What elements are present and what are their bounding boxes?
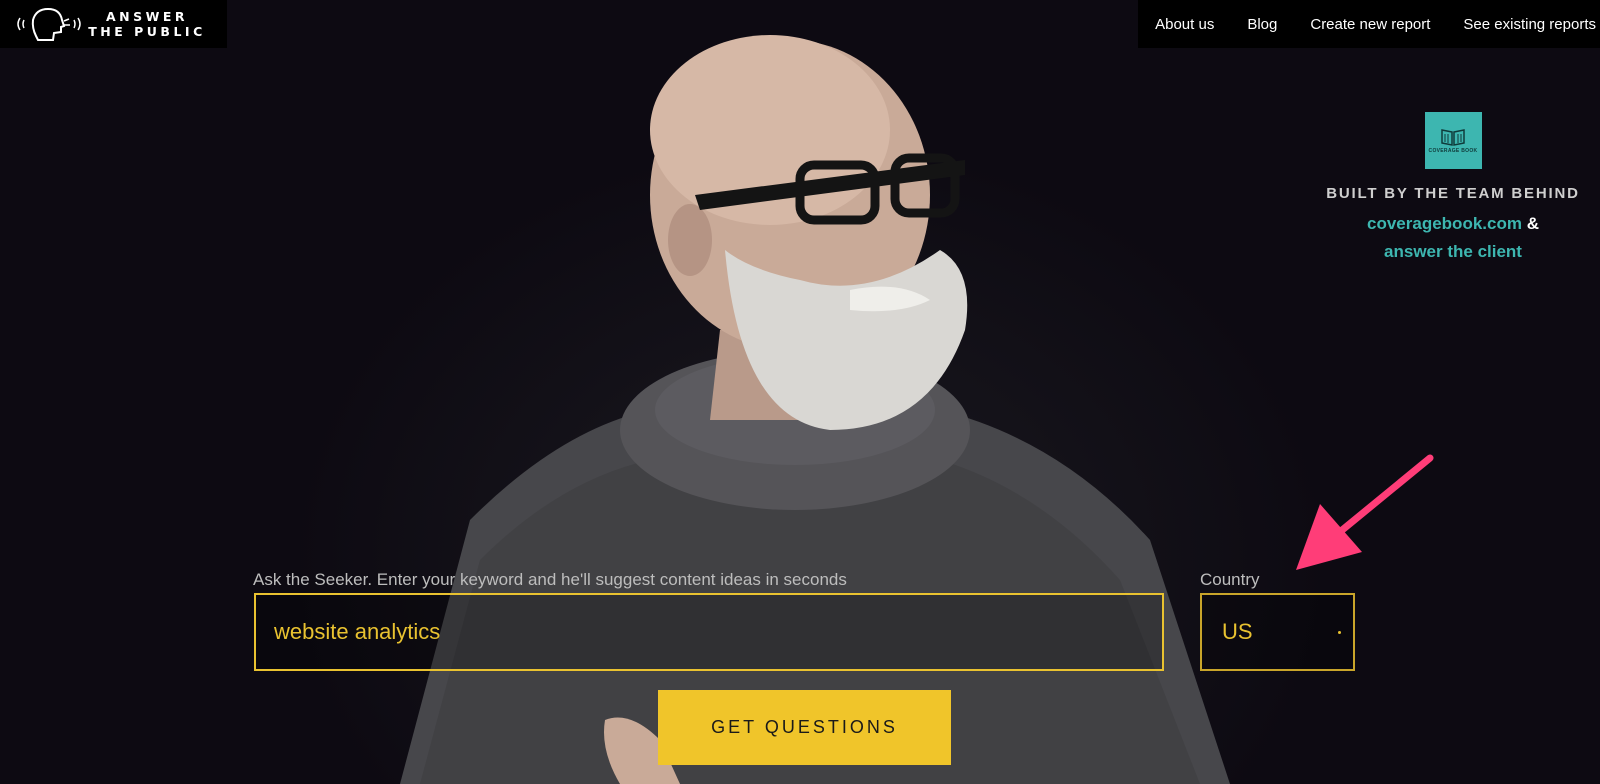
keyword-field [254, 593, 1164, 671]
keyword-label: Ask the Seeker. Enter your keyword and h… [253, 570, 847, 589]
book-icon [1441, 128, 1465, 146]
speaking-head-icon [17, 7, 81, 41]
country-label: Country [1200, 570, 1260, 589]
brand-line-1: ANSWER [105, 9, 189, 24]
dropdown-indicator-icon [1338, 631, 1341, 634]
pointer-arrow-icon [1296, 454, 1434, 570]
answer-the-client-link[interactable]: answer the client [1384, 242, 1522, 261]
coveragebook-logo-label: COVERAGE BOOK [1428, 147, 1478, 154]
top-nav: About us Blog Create new report See exis… [1138, 0, 1600, 48]
nav-blog[interactable]: Blog [1247, 16, 1277, 33]
get-questions-button[interactable]: GET QUESTIONS [658, 690, 951, 765]
brand-line-2: THE PUBLIC [88, 24, 206, 39]
country-select[interactable]: US [1200, 593, 1355, 671]
built-by-text: BUILT BY THE TEAM BEHIND [1326, 185, 1580, 202]
country-selected-value: US [1222, 619, 1253, 644]
nav-about-us[interactable]: About us [1155, 16, 1214, 33]
site-logo[interactable]: ANSWER THE PUBLIC [0, 0, 227, 48]
nav-see-existing-reports[interactable]: See existing reports [1463, 16, 1596, 33]
nav-create-new-report[interactable]: Create new report [1310, 16, 1430, 33]
promo-links: coveragebook.com & answer the client [1300, 210, 1600, 266]
keyword-input[interactable] [256, 594, 1162, 670]
coveragebook-link[interactable]: coveragebook.com [1367, 214, 1522, 233]
coveragebook-logo[interactable]: COVERAGE BOOK [1424, 112, 1482, 169]
coveragebook-promo: COVERAGE BOOK BUILT BY THE TEAM BEHIND c… [1300, 112, 1600, 266]
ampersand: & [1526, 214, 1539, 233]
brand-name: ANSWER THE PUBLIC [88, 9, 206, 39]
